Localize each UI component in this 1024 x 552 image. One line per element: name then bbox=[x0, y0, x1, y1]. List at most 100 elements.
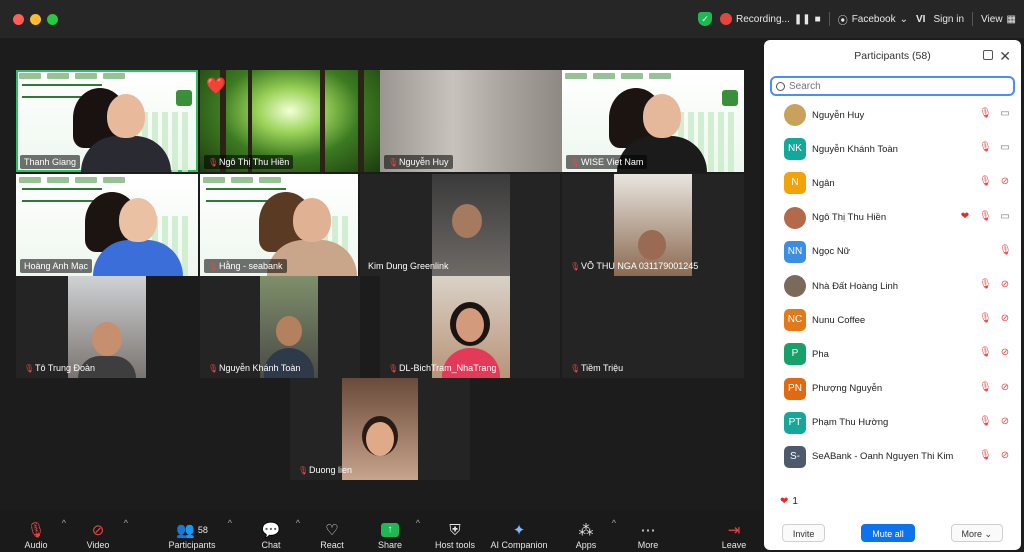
avatar: NK bbox=[784, 138, 806, 161]
audio-options-caret[interactable]: ^ bbox=[62, 518, 66, 528]
divider bbox=[972, 12, 974, 26]
participant-row[interactable]: P Pha 🎙 ⊘ bbox=[764, 337, 1021, 371]
panel-title: Participants (58) bbox=[854, 50, 931, 62]
slide-logos bbox=[19, 177, 195, 185]
view-button[interactable]: View ▦ bbox=[981, 14, 1016, 25]
video-tile[interactable]: Kim Dung Greenlink bbox=[360, 174, 560, 276]
pause-recording-icon[interactable]: ❚❚ bbox=[794, 14, 811, 25]
recording-indicator[interactable]: Recording... ❚❚ ■ bbox=[719, 13, 821, 25]
close-window-button[interactable] bbox=[13, 14, 24, 25]
participant-row[interactable]: NC Nunu Coffee 🎙 ⊘ bbox=[764, 303, 1021, 337]
participant-row[interactable]: NK Nguyễn Khánh Toàn 🎙 ▭ bbox=[764, 132, 1021, 166]
mic-off-icon: 🎙 bbox=[26, 522, 46, 539]
video-tile[interactable]: 🎙 Tô Trung Đoàn bbox=[16, 276, 146, 378]
avatar: PN bbox=[784, 377, 806, 400]
panel-header: Participants (58) ✕ bbox=[764, 40, 1021, 72]
avatar: S- bbox=[784, 445, 806, 468]
video-tile[interactable]: 🎙 Tiềm Triệu bbox=[562, 276, 744, 378]
video-tile[interactable]: 🎙 VÕ THU NGA 031179001245 bbox=[562, 174, 744, 276]
video-tile[interactable]: 🎙 Nguyễn Khánh Toàn bbox=[200, 276, 360, 378]
leave-button[interactable]: ⇥ Leave bbox=[718, 512, 750, 550]
participant-row[interactable]: Nhà Đất Hoàng Linh 🎙 ⊘ bbox=[764, 269, 1021, 303]
livestream-signal-icon: ⦿ bbox=[837, 15, 848, 27]
video-options-caret[interactable]: ^ bbox=[124, 518, 128, 528]
popout-icon[interactable] bbox=[983, 50, 993, 60]
chat-button[interactable]: 💬 Chat ^ bbox=[256, 512, 300, 550]
host-tools-button[interactable]: ⛨ Host tools bbox=[432, 512, 478, 551]
search-field[interactable] bbox=[770, 76, 1015, 96]
language-indicator[interactable]: VI bbox=[916, 14, 925, 25]
react-button[interactable]: ♡ React bbox=[316, 512, 348, 550]
video-tile[interactable]: 🎙 Duong lien bbox=[290, 378, 470, 480]
livestream-facebook-dropdown[interactable]: ⦿ Facebook ⌄ bbox=[838, 12, 908, 27]
chat-label: Chat bbox=[261, 540, 281, 550]
more-options-button[interactable]: More ⌄ bbox=[950, 524, 1004, 542]
chat-options-caret[interactable]: ^ bbox=[296, 518, 300, 528]
participant-status-icons: ❤ 🎙 ▭ bbox=[959, 211, 1011, 222]
video-tile[interactable]: 🎙 WISE Viet Nam bbox=[562, 70, 744, 172]
video-tile[interactable]: 🎙 Hằng - seabank bbox=[200, 174, 358, 276]
video-off-icon: ⊘ bbox=[1000, 381, 1010, 393]
minimize-window-button[interactable] bbox=[30, 14, 41, 25]
participant-status-icons: 🎙 ⊘ bbox=[979, 416, 1011, 427]
fullscreen-window-button[interactable] bbox=[47, 14, 58, 25]
participants-count: 58 bbox=[197, 525, 208, 535]
chat-icon: 💬 bbox=[261, 522, 281, 539]
participant-name: Ngô Thị Thu Hiền bbox=[812, 212, 887, 224]
mic-off-icon: 🎙 bbox=[979, 176, 992, 188]
participants-options-caret[interactable]: ^ bbox=[228, 518, 232, 528]
apps-icon: ⁂ bbox=[578, 522, 594, 539]
participant-row[interactable]: PN Phượng Nguyễn 🎙 ⊘ bbox=[764, 372, 1021, 406]
participant-row[interactable]: PT Phạm Thu Hường 🎙 ⊘ bbox=[764, 406, 1021, 440]
apps-button[interactable]: ⁂ Apps ^ bbox=[570, 512, 616, 550]
search-input[interactable] bbox=[789, 80, 989, 92]
video-tile[interactable]: ❤️ 🎙 Ngô Thị Thu Hiền bbox=[200, 70, 380, 172]
recording-cloud-icon bbox=[719, 13, 732, 25]
avatar: N bbox=[784, 172, 806, 195]
participant-video bbox=[85, 192, 183, 276]
participant-row[interactable]: Nguyễn Huy 🎙 ▭ bbox=[764, 98, 1021, 132]
invite-button[interactable]: Invite bbox=[781, 524, 826, 542]
video-tile[interactable]: Thanh Giang bbox=[16, 70, 198, 172]
participant-row[interactable]: N Ngân 🎙 ⊘ bbox=[764, 166, 1021, 200]
participant-status-icons: 🎙 ⊘ bbox=[979, 382, 1011, 393]
participants-button[interactable]: 👥 58 Participants ^ bbox=[166, 512, 232, 550]
video-tile[interactable]: 🎙 Nguyễn Huy bbox=[380, 70, 562, 172]
video-off-icon: ⊘ bbox=[1000, 278, 1010, 290]
participant-status-icons: 🎙 ▭ bbox=[979, 142, 1011, 153]
video-tile[interactable]: 🎙 DL-BichTram_NhaTrang bbox=[380, 276, 560, 378]
video-off-icon: ⊘ bbox=[1000, 449, 1010, 461]
participant-row[interactable]: S- SeABank - Oanh Nguyen Thi Kim 🎙 ⊘ bbox=[764, 440, 1021, 474]
stop-recording-icon[interactable]: ■ bbox=[815, 14, 821, 25]
tile-name: Thanh Giang bbox=[24, 157, 77, 167]
tile-name: Tô Trung Đoàn bbox=[35, 363, 96, 373]
more-label: More bbox=[637, 540, 659, 550]
tile-name-label: 🎙 Tô Trung Đoàn bbox=[20, 361, 99, 375]
sign-in-button[interactable]: Sign in bbox=[933, 14, 964, 25]
divider bbox=[828, 12, 830, 26]
video-off-icon: ⊘ bbox=[1000, 313, 1010, 325]
mic-off-icon: 🎙 bbox=[979, 347, 992, 359]
tile-name: Hằng - seabank bbox=[219, 261, 283, 271]
video-button[interactable]: ⊘ Video ^ bbox=[82, 512, 128, 550]
mic-off-icon: 🎙 bbox=[979, 278, 992, 290]
participants-list[interactable]: Nguyễn Huy 🎙 ▭ NK Nguyễn Khánh Toàn 🎙 ▭ N Ngân 🎙 ⊘… bbox=[764, 98, 1021, 488]
audio-button[interactable]: 🎙 Audio ^ bbox=[20, 512, 66, 550]
video-camera-icon: ▭ bbox=[1000, 210, 1010, 222]
more-options-label: More bbox=[961, 529, 983, 539]
apps-options-caret[interactable]: ^ bbox=[612, 518, 616, 528]
participant-row[interactable]: Ngô Thị Thu Hiền ❤ 🎙 ▭ bbox=[764, 201, 1021, 235]
share-button[interactable]: ↑ Share ^ bbox=[374, 512, 420, 550]
close-icon[interactable]: ✕ bbox=[999, 40, 1011, 72]
more-button[interactable]: ⋯ More bbox=[632, 512, 664, 550]
avatar bbox=[784, 104, 806, 127]
ai-companion-button[interactable]: ✦ AI Companion bbox=[490, 512, 548, 550]
meeting-toolbar: 🎙 Audio ^ ⊘ Video ^ 👥 58 Participants ^ 💬… bbox=[0, 510, 760, 552]
participant-row[interactable]: NN Ngọc Nữ 🎙 bbox=[764, 235, 1021, 269]
reaction-count: 1 bbox=[792, 496, 798, 507]
mute-all-button[interactable]: Mute all bbox=[861, 524, 915, 542]
video-tile[interactable]: Hoàng Anh Mạc bbox=[16, 174, 198, 276]
encryption-shield-icon[interactable]: ✓ bbox=[697, 12, 712, 26]
share-options-caret[interactable]: ^ bbox=[416, 518, 420, 528]
more-dots-icon: ⋯ bbox=[640, 522, 656, 539]
